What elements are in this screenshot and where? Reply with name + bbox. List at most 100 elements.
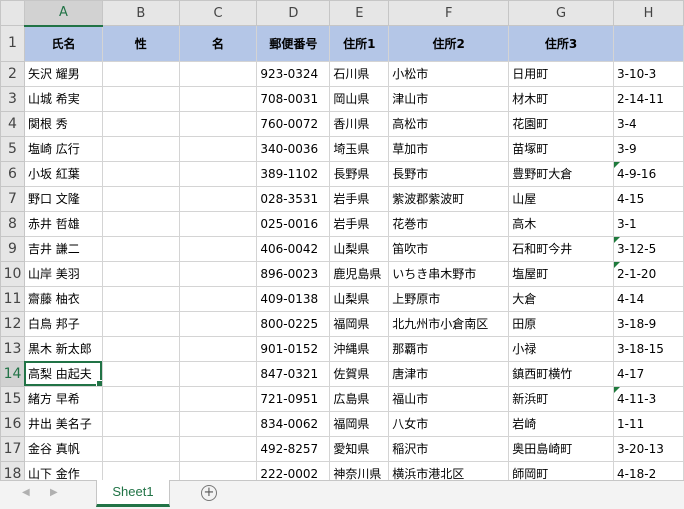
column-header-f[interactable]: F xyxy=(388,0,510,26)
header-cell[interactable]: 性 xyxy=(101,25,180,62)
cell-e[interactable]: 石川県 xyxy=(329,60,390,87)
cell-c[interactable] xyxy=(178,410,258,437)
cell-h[interactable]: 4-11-3 xyxy=(613,385,684,412)
row-header[interactable]: 1 xyxy=(0,25,25,62)
cell-b[interactable] xyxy=(101,135,180,162)
cell-g[interactable]: 花園町 xyxy=(508,110,614,137)
cell-g[interactable]: 日用町 xyxy=(508,60,614,87)
cell-c[interactable] xyxy=(178,360,258,387)
cell-a[interactable]: 山岸 美羽 xyxy=(23,260,103,287)
cell-d[interactable]: 025-0016 xyxy=(256,210,331,237)
cell-a[interactable]: 齋藤 柚衣 xyxy=(23,285,103,312)
cell-e[interactable]: 神奈川県 xyxy=(329,460,390,480)
cell-d[interactable]: 847-0321 xyxy=(256,360,331,387)
cell-a[interactable]: 金谷 真帆 xyxy=(23,435,103,462)
cell-b[interactable] xyxy=(101,385,180,412)
cell-d[interactable]: 409-0138 xyxy=(256,285,331,312)
header-cell[interactable]: 名 xyxy=(178,25,258,62)
cell-d[interactable]: 896-0023 xyxy=(256,260,331,287)
cell-f[interactable]: 北九州市小倉南区 xyxy=(388,310,510,337)
add-sheet-icon[interactable]: + xyxy=(201,485,217,501)
cell-d[interactable]: 901-0152 xyxy=(256,335,331,362)
cell-c[interactable] xyxy=(178,210,258,237)
cell-c[interactable] xyxy=(178,285,258,312)
cell-h[interactable]: 3-4 xyxy=(613,110,684,137)
cell-b[interactable] xyxy=(101,260,180,287)
row-header[interactable]: 17 xyxy=(0,435,25,462)
cell-c[interactable] xyxy=(178,335,258,362)
cell-f[interactable]: 津山市 xyxy=(388,85,510,112)
cell-b[interactable] xyxy=(101,435,180,462)
cell-g[interactable]: 材木町 xyxy=(508,85,614,112)
cell-e[interactable]: 佐賀県 xyxy=(329,360,390,387)
cell-h[interactable]: 3-10-3 xyxy=(613,60,684,87)
cell-e[interactable]: 長野県 xyxy=(329,160,390,187)
cell-a[interactable]: 塩崎 広行 xyxy=(23,135,103,162)
cell-a[interactable]: 山城 希実 xyxy=(23,85,103,112)
cell-c[interactable] xyxy=(178,60,258,87)
row-header[interactable]: 11 xyxy=(0,285,25,312)
cell-e[interactable]: 埼玉県 xyxy=(329,135,390,162)
cell-d[interactable]: 923-0324 xyxy=(256,60,331,87)
cell-f[interactable]: 横浜市港北区 xyxy=(388,460,510,480)
cell-c[interactable] xyxy=(178,185,258,212)
cell-g[interactable]: 山屋 xyxy=(508,185,614,212)
cell-c[interactable] xyxy=(178,110,258,137)
row-header[interactable]: 14 xyxy=(0,360,25,387)
cell-b[interactable] xyxy=(101,160,180,187)
cell-a[interactable]: 野口 文隆 xyxy=(23,185,103,212)
cell-b[interactable] xyxy=(101,185,180,212)
cell-f[interactable]: 八女市 xyxy=(388,410,510,437)
cell-b[interactable] xyxy=(101,360,180,387)
cell-g[interactable]: 奥田島崎町 xyxy=(508,435,614,462)
cell-f[interactable]: 紫波郡紫波町 xyxy=(388,185,510,212)
row-header[interactable]: 18 xyxy=(0,460,25,480)
cell-b[interactable] xyxy=(101,235,180,262)
cell-e[interactable]: 鹿児島県 xyxy=(329,260,390,287)
row-header[interactable]: 13 xyxy=(0,335,25,362)
select-all-corner[interactable] xyxy=(0,0,25,26)
cell-b[interactable] xyxy=(101,410,180,437)
cell-h[interactable]: 3-20-13 xyxy=(613,435,684,462)
cell-e[interactable]: 広島県 xyxy=(329,385,390,412)
header-cell[interactable]: 氏名 xyxy=(23,25,103,62)
cell-e[interactable]: 福岡県 xyxy=(329,310,390,337)
column-header-b[interactable]: B xyxy=(101,0,180,26)
cell-d[interactable]: 721-0951 xyxy=(256,385,331,412)
cell-e[interactable]: 愛知県 xyxy=(329,435,390,462)
cell-e[interactable]: 山梨県 xyxy=(329,235,390,262)
cell-a[interactable]: 白鳥 邦子 xyxy=(23,310,103,337)
cell-f[interactable]: 小松市 xyxy=(388,60,510,87)
cell-g[interactable]: 小禄 xyxy=(508,335,614,362)
cell-a[interactable]: 黒木 新太郎 xyxy=(23,335,103,362)
cell-a[interactable]: 関根 秀 xyxy=(23,110,103,137)
cell-f[interactable]: 稲沢市 xyxy=(388,435,510,462)
cell-e[interactable]: 香川県 xyxy=(329,110,390,137)
cell-c[interactable] xyxy=(178,385,258,412)
cell-g[interactable]: 師岡町 xyxy=(508,460,614,480)
cell-b[interactable] xyxy=(101,335,180,362)
cell-g[interactable]: 新浜町 xyxy=(508,385,614,412)
cell-g[interactable]: 大倉 xyxy=(508,285,614,312)
sheet-tab-sheet1[interactable]: Sheet1 xyxy=(96,480,170,507)
row-header[interactable]: 2 xyxy=(0,60,25,87)
cell-g[interactable]: 高木 xyxy=(508,210,614,237)
cell-a[interactable]: 山下 金作 xyxy=(23,460,103,480)
cell-h[interactable]: 4-18-2 xyxy=(613,460,684,480)
cell-d[interactable]: 406-0042 xyxy=(256,235,331,262)
error-indicator-icon[interactable] xyxy=(614,237,620,243)
cell-f[interactable]: 那覇市 xyxy=(388,335,510,362)
cell-c[interactable] xyxy=(178,435,258,462)
column-header-c[interactable]: C xyxy=(178,0,258,26)
cell-h[interactable]: 3-18-9 xyxy=(613,310,684,337)
column-header-a[interactable]: A xyxy=(23,0,103,27)
cell-c[interactable] xyxy=(178,85,258,112)
row-header[interactable]: 10 xyxy=(0,260,25,287)
cell-d[interactable]: 389-1102 xyxy=(256,160,331,187)
header-cell[interactable]: 郵便番号 xyxy=(256,25,331,62)
cell-h[interactable]: 4-14 xyxy=(613,285,684,312)
cell-h[interactable]: 2-14-11 xyxy=(613,85,684,112)
cell-e[interactable]: 岡山県 xyxy=(329,85,390,112)
cell-g[interactable]: 田原 xyxy=(508,310,614,337)
cell-b[interactable] xyxy=(101,85,180,112)
